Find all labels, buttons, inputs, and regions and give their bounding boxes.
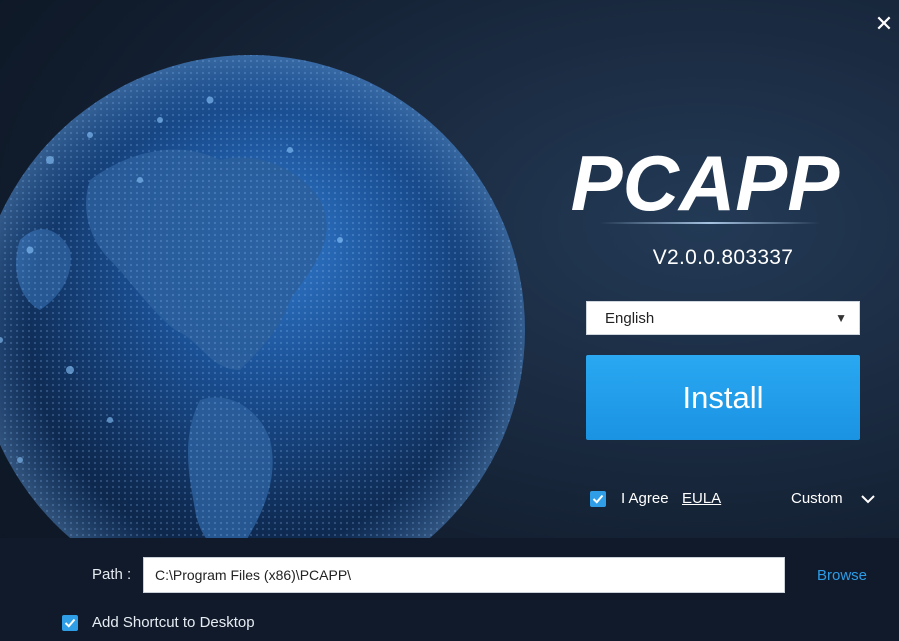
language-select[interactable]: English ▼	[586, 301, 860, 335]
custom-button[interactable]: Custom	[791, 490, 843, 507]
logo-divider	[600, 222, 820, 224]
check-icon	[64, 618, 76, 628]
app-logo: PCAPP	[571, 139, 841, 227]
caret-down-icon: ▼	[835, 311, 847, 325]
hero-area: PCAPP V2.0.0.803337 English ▼ Install I …	[0, 0, 899, 538]
agree-label: I Agree	[621, 490, 669, 507]
shortcut-checkbox[interactable]	[62, 615, 78, 631]
shortcut-label: Add Shortcut to Desktop	[92, 614, 255, 631]
eula-link[interactable]: EULA	[682, 490, 721, 507]
language-value: English	[605, 310, 655, 327]
check-icon	[592, 494, 604, 504]
logo-text: PCAPP	[571, 139, 841, 227]
agree-checkbox[interactable]	[590, 491, 606, 507]
path-input[interactable]	[143, 557, 785, 593]
globe-illustration	[0, 55, 525, 538]
close-icon[interactable]: ✕	[873, 14, 895, 36]
version-label: V2.0.0.803337	[652, 246, 794, 269]
path-label: Path :	[92, 566, 132, 583]
chevron-down-icon[interactable]	[859, 490, 877, 508]
installer-window: PCAPP V2.0.0.803337 English ▼ Install I …	[0, 0, 899, 641]
install-button[interactable]: Install	[586, 355, 860, 440]
browse-link[interactable]: Browse	[817, 567, 867, 584]
